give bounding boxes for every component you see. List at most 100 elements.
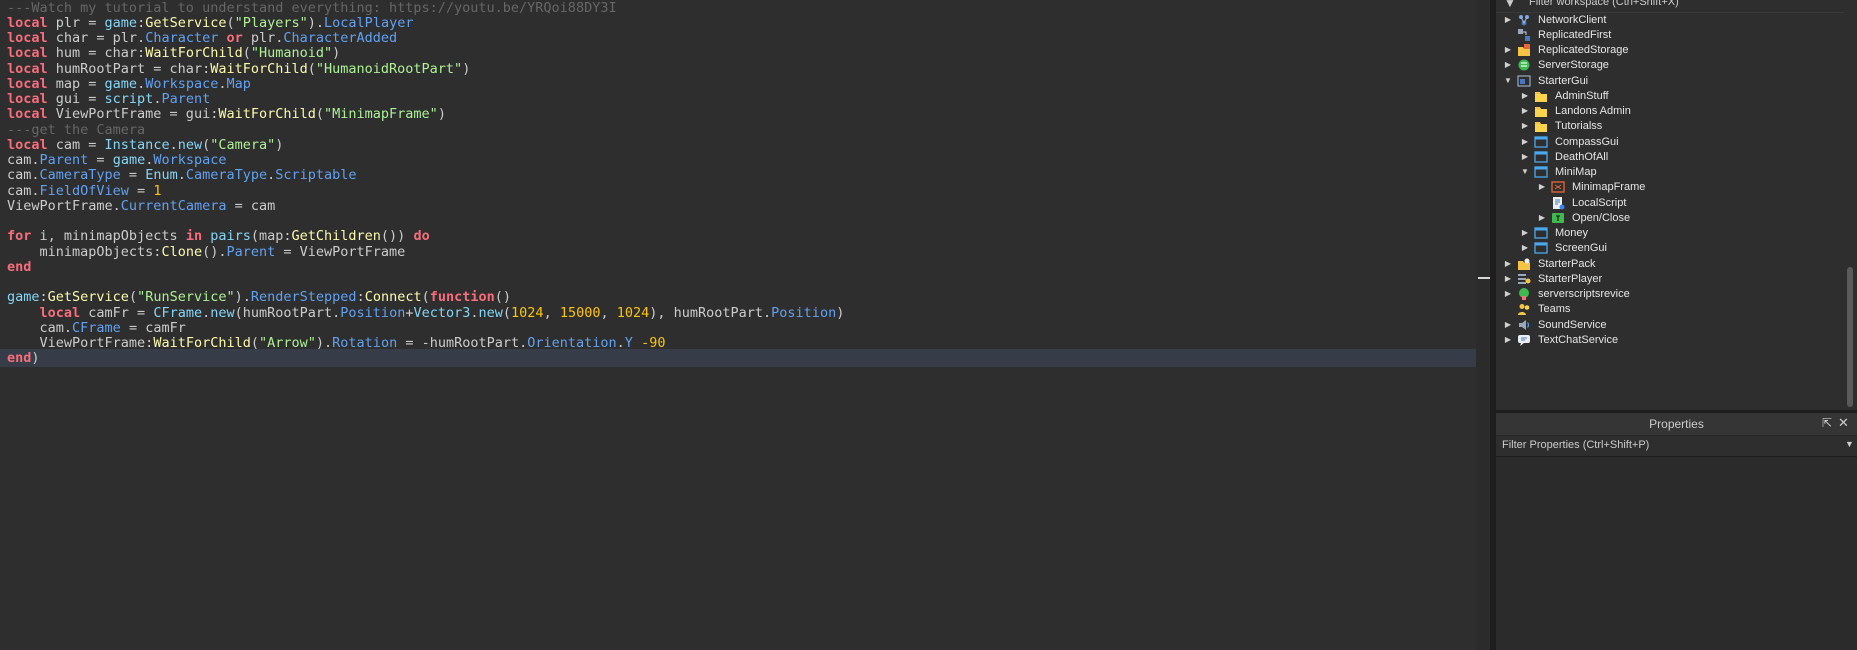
code-token: Orientation	[527, 335, 617, 351]
explorer-panel: ▶ NetworkClient ReplicatedFirst ▶ Replicated…	[1496, 0, 1857, 410]
code-line[interactable]: minimapObjects:Clone().Parent = ViewPort…	[7, 243, 406, 261]
chevron-down-icon[interactable]: ▼	[1845, 439, 1854, 449]
text-chat-service-icon	[1517, 333, 1531, 347]
code-token: ().	[202, 243, 227, 260]
script-editor[interactable]: ---Watch my tutorial to understand every…	[0, 0, 1480, 650]
local-script-icon	[1551, 196, 1565, 210]
folder-icon	[1534, 119, 1548, 133]
chevron-down-icon[interactable]: ▼	[1503, 72, 1513, 90]
code-token: )	[31, 350, 40, 367]
code-token: Parent	[226, 243, 276, 260]
code-token: 15000	[559, 304, 601, 321]
code-token: end	[7, 258, 32, 275]
code-token: .	[616, 335, 625, 351]
code-token: "Arrow"	[259, 335, 316, 351]
explorer-scrollbar[interactable]	[1844, 12, 1856, 410]
code-token: 1024	[616, 304, 650, 321]
explorer-item-label: TextChatService	[1538, 333, 1619, 346]
code-token: (	[502, 304, 512, 321]
code-token: Clone	[161, 243, 203, 260]
server-script-service-icon	[1517, 287, 1531, 301]
chevron-right-icon[interactable]: ▶	[1503, 331, 1513, 349]
text-button-icon	[1551, 211, 1565, 225]
properties-header: Properties ⇱ ✕	[1496, 413, 1857, 436]
code-token: WaitForChild	[153, 335, 251, 351]
code-token: )	[275, 136, 284, 153]
code-token: = ViewPortFrame	[275, 243, 406, 260]
sound-service-icon	[1517, 318, 1531, 332]
properties-filter-input[interactable]: Filter Properties (Ctrl+Shift+P)	[1502, 439, 1649, 451]
explorer-item[interactable]: ▶ TextChatService	[1503, 331, 1836, 349]
filter-icon[interactable]: ▼	[1504, 0, 1516, 10]
screen-gui-icon	[1534, 241, 1548, 255]
screen-gui-icon	[1534, 135, 1548, 149]
code-token: "MinimapFrame"	[324, 106, 438, 123]
folder-icon	[1534, 104, 1548, 118]
code-token: Rotation	[332, 335, 398, 351]
starter-gui-icon	[1517, 74, 1531, 88]
code-line[interactable]: ViewPortFrame.CurrentCamera = cam	[7, 197, 275, 215]
chevron-down-icon[interactable]: ▼	[1520, 163, 1530, 181]
code-line[interactable]: end)	[7, 349, 40, 367]
code-token: Map	[226, 75, 251, 92]
properties-filter[interactable]: Filter Properties (Ctrl+Shift+P) ▼	[1496, 436, 1857, 457]
code-token: (	[250, 335, 259, 351]
code-token: Position	[771, 304, 837, 321]
undock-icon[interactable]: ⇱	[1822, 416, 1832, 430]
properties-list	[1496, 457, 1857, 650]
code-token: (	[315, 106, 325, 123]
code-token: )	[462, 60, 471, 77]
scrollbar-thumb[interactable]	[1478, 277, 1490, 279]
code-token: ,	[600, 304, 617, 321]
explorer-filter-input[interactable]: Filter workspace (Ctrl+Shift+X)	[1529, 0, 1679, 8]
code-token: ), humRootPart.	[649, 304, 772, 321]
screen-gui-icon	[1534, 165, 1548, 179]
code-token: "HumanoidRootPart"	[315, 60, 463, 77]
code-line[interactable]: end	[7, 258, 31, 276]
code-token: new	[210, 304, 235, 321]
code-token: .	[202, 304, 211, 321]
code-token: Position	[340, 304, 406, 321]
viewport-frame-icon	[1551, 180, 1565, 194]
code-token: end	[7, 350, 32, 367]
code-token: .	[218, 75, 227, 92]
code-token: )	[437, 106, 446, 123]
teams-icon	[1517, 302, 1531, 316]
screen-gui-icon	[1534, 226, 1548, 240]
editor-scrollbar[interactable]	[1476, 0, 1490, 650]
code-token: CurrentCamera	[120, 197, 227, 214]
server-storage-icon	[1517, 58, 1531, 72]
replicated-first-icon	[1517, 28, 1531, 42]
code-token: ).	[315, 335, 333, 351]
replicated-storage-icon	[1517, 43, 1531, 57]
code-token: .	[470, 304, 479, 321]
code-token: Y	[624, 335, 633, 351]
code-token: )	[836, 304, 845, 321]
starter-pack-icon	[1517, 257, 1531, 271]
folder-icon	[1534, 89, 1548, 103]
code-line[interactable]: ViewPortFrame:WaitForChild("Arrow").Rota…	[7, 334, 666, 352]
right-panel: ▶ NetworkClient ReplicatedFirst ▶ Replicated…	[1496, 0, 1857, 650]
code-token: ,	[543, 304, 560, 321]
code-token: WaitForChild	[218, 106, 316, 123]
code-token: = cam	[226, 197, 276, 214]
code-token: = -humRootPart.	[397, 335, 528, 351]
code-token: -90	[641, 335, 666, 351]
code-token: (humRootPart.	[234, 304, 341, 321]
code-token: new	[478, 304, 503, 321]
code-token: .	[177, 167, 186, 184]
code-token: 1024	[511, 304, 544, 321]
screen-gui-icon	[1534, 150, 1548, 164]
code-token: Vector3	[413, 304, 471, 321]
explorer-filter[interactable]: ▼ Filter workspace (Ctrl+Shift+X)	[1496, 0, 1857, 13]
code-token: do	[413, 228, 430, 245]
code-token: ViewPortFrame.	[7, 197, 121, 214]
starter-player-icon	[1517, 272, 1531, 286]
close-icon[interactable]: ✕	[1838, 415, 1849, 431]
network-client-icon	[1517, 13, 1531, 27]
properties-title: Properties	[1649, 417, 1704, 431]
code-token: (	[307, 60, 316, 77]
explorer-scrollbar-thumb[interactable]	[1847, 267, 1853, 407]
properties-panel: Properties ⇱ ✕ Filter Properties (Ctrl+S…	[1496, 413, 1857, 650]
code-token: CameraType	[185, 167, 268, 184]
